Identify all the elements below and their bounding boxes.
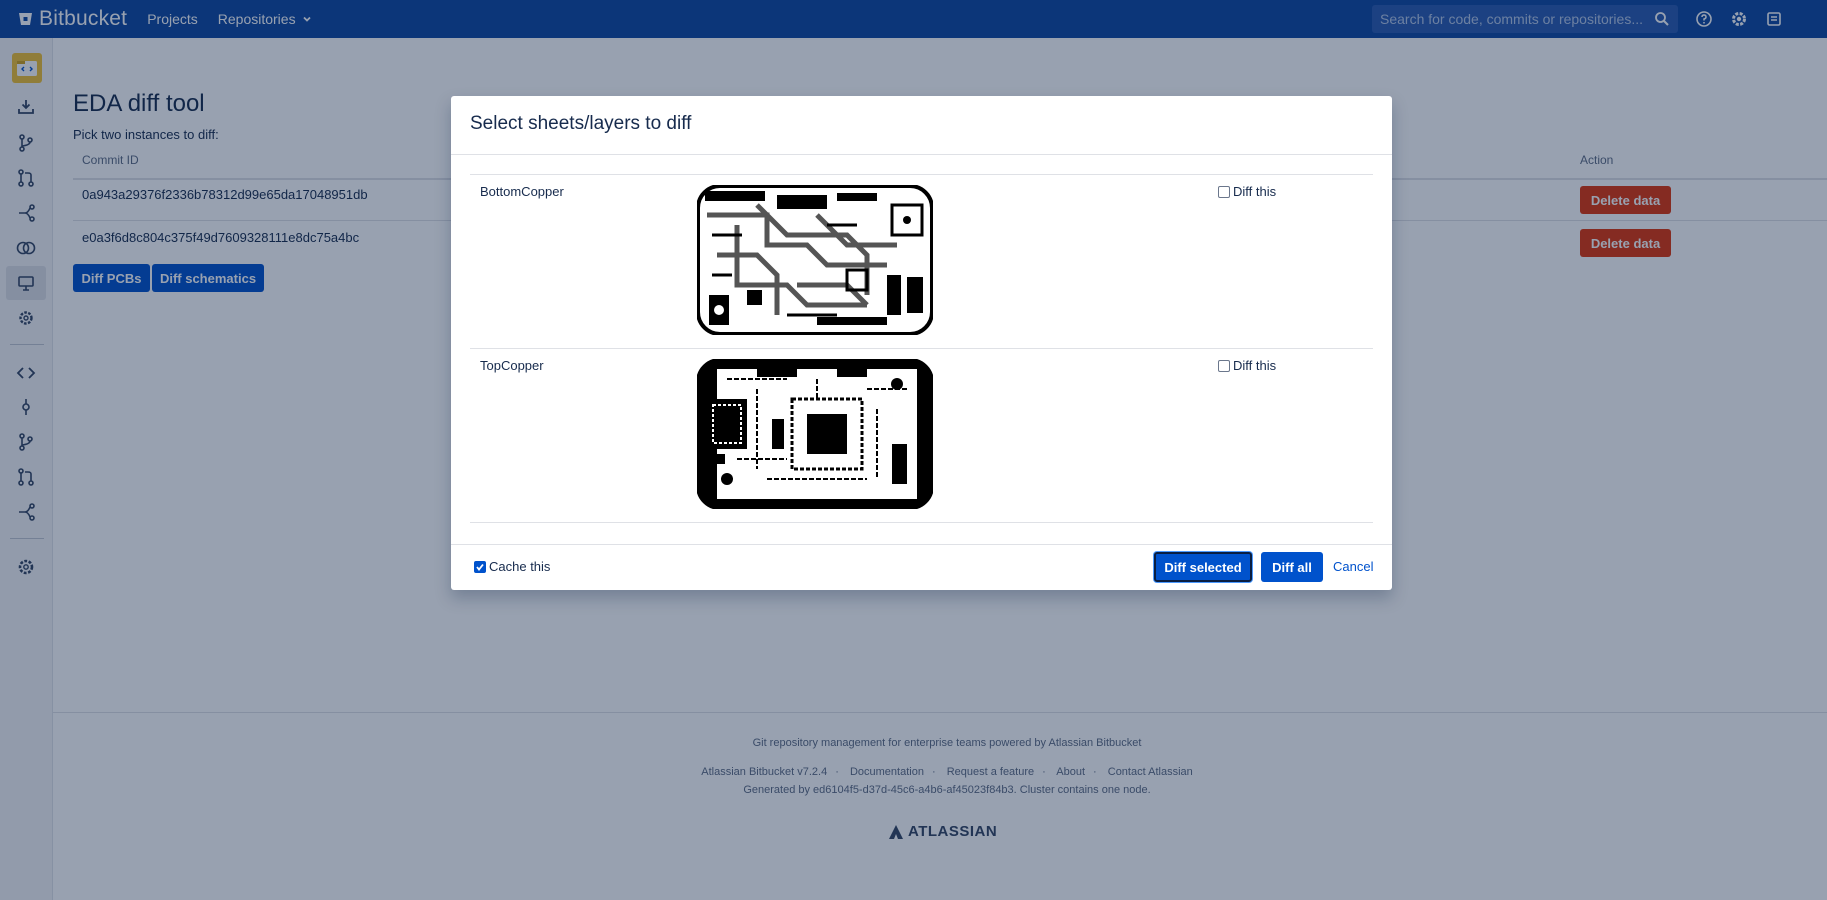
diff-selected-button[interactable]: Diff selected <box>1154 552 1252 582</box>
layer-divider <box>470 174 1373 175</box>
checkbox[interactable] <box>1218 359 1230 372</box>
checkbox-checked[interactable] <box>474 560 486 573</box>
check-icon <box>476 563 484 571</box>
layer-name: BottomCopper <box>480 184 564 199</box>
diff-this-label: Diff this <box>1233 184 1277 199</box>
diff-all-button[interactable]: Diff all <box>1261 552 1323 582</box>
dialog-header-divider <box>451 154 1392 155</box>
cancel-link[interactable]: Cancel <box>1333 559 1373 574</box>
top-copper-preview <box>697 359 933 509</box>
checkbox[interactable] <box>1218 185 1230 198</box>
layer-divider <box>470 522 1373 523</box>
diff-this-checkbox[interactable]: Diff this <box>1218 358 1276 373</box>
diff-this-checkbox[interactable]: Diff this <box>1218 184 1276 199</box>
dialog-title: Select sheets/layers to diff <box>470 113 692 134</box>
dialog-footer-divider <box>451 544 1392 545</box>
cache-this-label: Cache this <box>489 559 551 574</box>
layer-divider <box>470 348 1373 349</box>
select-layers-dialog: Select sheets/layers to diff BottomCoppe… <box>451 96 1392 590</box>
bottom-copper-preview <box>697 185 933 335</box>
diff-this-label: Diff this <box>1233 358 1277 373</box>
layer-name: TopCopper <box>480 358 544 373</box>
cache-this-checkbox[interactable]: Cache this <box>474 559 550 574</box>
